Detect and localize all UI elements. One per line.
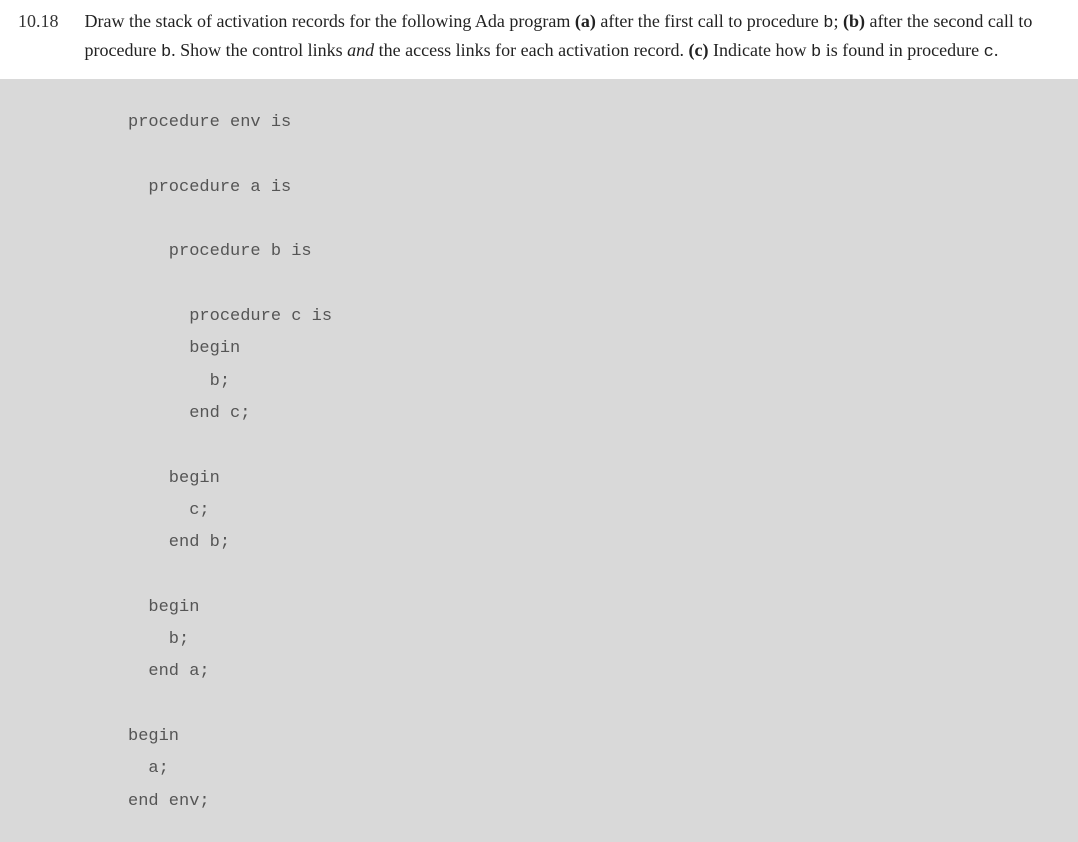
question-text-part3: ;: [833, 11, 843, 31]
question-header: 10.18 Draw the stack of activation recor…: [0, 0, 1078, 79]
question-mono-b3: b: [811, 43, 821, 62]
question-text-part1: Draw the stack of activation records for…: [85, 11, 575, 31]
question-text-part9: .: [994, 40, 999, 60]
question-text-part5: . Show the control links: [171, 40, 347, 60]
question-bold-a: (a): [575, 11, 596, 31]
code-block: procedure env is procedure a is procedur…: [0, 79, 1078, 842]
question-bold-b: (b): [843, 11, 865, 31]
question-italic-and: and: [347, 40, 374, 60]
question-bold-c: (c): [689, 40, 709, 60]
question-text-part2: after the first call to procedure: [596, 11, 823, 31]
question-text-part6: the access links for each activation rec…: [374, 40, 688, 60]
question-number: 10.18: [18, 11, 59, 32]
question-text-part7: Indicate how: [709, 40, 811, 60]
question-text: Draw the stack of activation records for…: [85, 8, 1061, 65]
question-mono-b2: b: [161, 43, 171, 62]
question-mono-b1: b: [823, 14, 833, 33]
question-text-part8: is found in procedure: [821, 40, 983, 60]
question-mono-c: c: [984, 43, 994, 62]
